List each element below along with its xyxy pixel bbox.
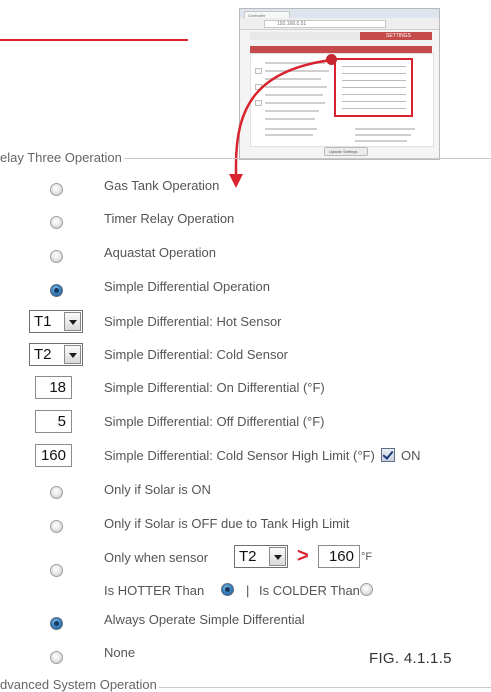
on-differential-value: 18 (49, 379, 66, 396)
aquastat-radio[interactable] (50, 250, 63, 263)
condition-sensor-value: T2 (239, 548, 257, 565)
off-differential-value: 5 (57, 413, 66, 430)
high-limit-on-label: ON (401, 448, 421, 463)
off-differential-input[interactable]: 5 (35, 410, 72, 433)
condition-threshold-value: 160 (328, 548, 354, 565)
hot-sensor-label: Simple Differential: Hot Sensor (104, 314, 282, 329)
chevron-down-icon[interactable] (64, 312, 81, 331)
cold-sensor-label: Simple Differential: Cold Sensor (104, 347, 289, 362)
solar-on-label: Only if Solar is ON (104, 482, 211, 497)
gas-tank-label: Gas Tank Operation (104, 178, 220, 193)
none-label: None (104, 645, 136, 660)
high-limit-on-checkbox[interactable] (381, 448, 395, 462)
figure-label: FIG. 4.1.1.5 (369, 650, 452, 667)
colder-radio[interactable] (360, 583, 373, 596)
greater-than-symbol: > (297, 545, 309, 567)
none-radio[interactable] (50, 651, 63, 664)
hotter-colder-separator: | (246, 583, 250, 598)
threshold-unit: °F (361, 551, 373, 563)
hotter-radio[interactable] (221, 583, 234, 596)
condition-threshold-input[interactable]: 160 (318, 545, 360, 568)
simple-differential-radio[interactable] (50, 284, 63, 297)
on-differential-label: Simple Differential: On Differential (°F… (104, 380, 325, 395)
off-differential-label: Simple Differential: Off Differential (°… (104, 414, 325, 429)
chevron-down-icon[interactable] (269, 547, 286, 566)
solar-on-radio[interactable] (50, 486, 63, 499)
sensor-condition-radio[interactable] (50, 564, 63, 577)
hot-sensor-value: T1 (34, 313, 52, 330)
high-limit-input[interactable]: 160 (35, 444, 72, 467)
gas-tank-radio[interactable] (50, 183, 63, 196)
simple-differential-label: Simple Differential Operation (104, 279, 270, 294)
colder-label: Is COLDER Than (259, 583, 360, 598)
cold-sensor-value: T2 (34, 346, 52, 363)
always-operate-label: Always Operate Simple Differential (104, 612, 305, 627)
section-title: elay Three Operation (0, 150, 124, 165)
high-limit-value: 160 (40, 447, 66, 464)
hot-sensor-select[interactable]: T1 (29, 310, 83, 333)
aquastat-label: Aquastat Operation (104, 245, 217, 260)
next-section-title: dvanced System Operation (0, 677, 159, 692)
timer-relay-label: Timer Relay Operation (104, 211, 235, 226)
solar-off-radio[interactable] (50, 520, 63, 533)
cold-sensor-select[interactable]: T2 (29, 343, 83, 366)
timer-relay-radio[interactable] (50, 216, 63, 229)
sensor-condition-label: Only when sensor (104, 550, 209, 565)
always-operate-radio[interactable] (50, 617, 63, 630)
hotter-label: Is HOTTER Than (104, 583, 205, 598)
high-limit-label: Simple Differential: Cold Sensor High Li… (104, 448, 375, 463)
chevron-down-icon[interactable] (64, 345, 81, 364)
solar-off-label: Only if Solar is OFF due to Tank High Li… (104, 516, 350, 531)
condition-sensor-select[interactable]: T2 (234, 545, 288, 568)
on-differential-input[interactable]: 18 (35, 376, 72, 399)
